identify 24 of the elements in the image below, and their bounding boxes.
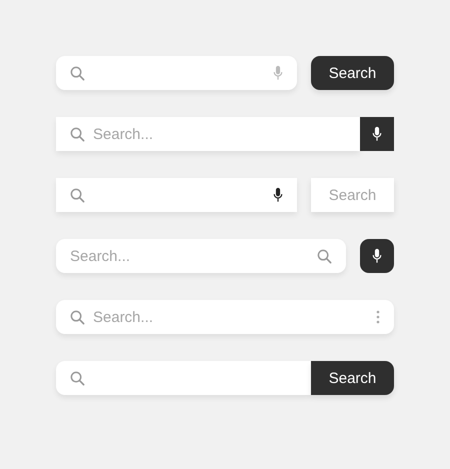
- placeholder-text: Search...: [93, 308, 154, 326]
- search-button[interactable]: Search: [311, 56, 394, 90]
- search-field[interactable]: [56, 361, 311, 395]
- search-icon: [70, 126, 85, 142]
- microphone-button[interactable]: [360, 117, 394, 151]
- search-field[interactable]: Search...: [56, 239, 346, 273]
- microphone-icon[interactable]: [273, 187, 283, 203]
- search-field[interactable]: Search...: [56, 117, 360, 151]
- more-icon[interactable]: [376, 310, 380, 324]
- search-icon: [317, 248, 332, 264]
- search-field[interactable]: Search...: [56, 300, 394, 334]
- search-icon: [70, 66, 85, 80]
- placeholder-text: Search...: [93, 126, 154, 142]
- search-icon: [70, 310, 85, 324]
- microphone-icon: [372, 126, 382, 142]
- search-icon: [70, 370, 85, 386]
- microphone-button[interactable]: [360, 239, 394, 273]
- search-button[interactable]: Search: [311, 361, 394, 395]
- search-field[interactable]: [56, 178, 297, 212]
- search-icon: [70, 188, 85, 202]
- search-field[interactable]: [56, 56, 297, 90]
- placeholder-text: Search...: [70, 248, 130, 264]
- microphone-icon: [372, 248, 382, 264]
- search-button[interactable]: Search: [311, 178, 394, 212]
